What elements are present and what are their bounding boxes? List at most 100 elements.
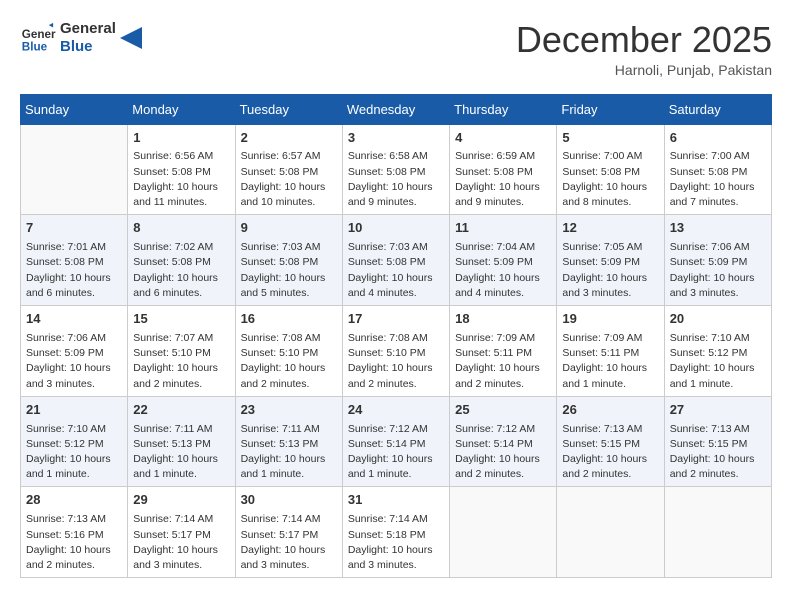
location: Harnoli, Punjab, Pakistan bbox=[516, 62, 772, 78]
day-number: 24 bbox=[348, 401, 444, 420]
cell-w3-d3: 17 Sunrise: 7:08 AMSunset: 5:10 PMDayligh… bbox=[342, 306, 449, 397]
day-number: 17 bbox=[348, 310, 444, 329]
day-number: 15 bbox=[133, 310, 229, 329]
cell-w4-d4: 25Sunrise: 7:12 AMSunset: 5:14 PMDayligh… bbox=[450, 396, 557, 487]
day-info: Sunrise: 6:57 AMSunset: 5:08 PMDaylight:… bbox=[241, 149, 337, 210]
week-row-1: 1Sunrise: 6:56 AMSunset: 5:08 PMDaylight… bbox=[21, 124, 772, 215]
day-number: 1 bbox=[133, 129, 229, 148]
col-tuesday: Tuesday bbox=[235, 94, 342, 124]
col-thursday: Thursday bbox=[450, 94, 557, 124]
day-number: 21 bbox=[26, 401, 122, 420]
day-number: 20 bbox=[670, 310, 766, 329]
day-info: Sunrise: 7:10 AMSunset: 5:12 PMDaylight:… bbox=[670, 331, 766, 392]
calendar-header-row: Sunday Monday Tuesday Wednesday Thursday… bbox=[21, 94, 772, 124]
cell-w2-d4: 11 Sunrise: 7:04 AMSunset: 5:09 PMDayligh… bbox=[450, 215, 557, 306]
day-number: 8 bbox=[133, 219, 229, 238]
day-number: 18 bbox=[455, 310, 551, 329]
day-info: Sunrise: 7:05 AMSunset: 5:09 PMDaylight:… bbox=[562, 240, 658, 301]
cell-w5-d4 bbox=[450, 487, 557, 578]
cell-w1-d1: 1Sunrise: 6:56 AMSunset: 5:08 PMDaylight… bbox=[128, 124, 235, 215]
cell-w1-d0 bbox=[21, 124, 128, 215]
cell-w4-d6: 27 Sunrise: 7:13 AMSunset: 5:15 PMDayligh… bbox=[664, 396, 771, 487]
day-info: Sunrise: 7:12 AMSunset: 5:14 PMDaylight:… bbox=[348, 422, 444, 483]
svg-text:General: General bbox=[22, 28, 56, 41]
week-row-4: 21Sunrise: 7:10 AMSunset: 5:12 PMDayligh… bbox=[21, 396, 772, 487]
day-info: Sunrise: 7:13 AMSunset: 5:15 PMDaylight:… bbox=[670, 422, 766, 483]
col-sunday: Sunday bbox=[21, 94, 128, 124]
cell-w3-d5: 19 Sunrise: 7:09 AMSunset: 5:11 PMDayligh… bbox=[557, 306, 664, 397]
day-info: Sunrise: 7:06 AMSunset: 5:09 PMDaylight:… bbox=[26, 331, 122, 392]
day-number: 2 bbox=[241, 129, 337, 148]
page-header: General Blue General Blue December 2025 … bbox=[20, 20, 772, 78]
cell-w1-d6: 6Sunrise: 7:00 AMSunset: 5:08 PMDaylight… bbox=[664, 124, 771, 215]
day-info: Sunrise: 7:00 AMSunset: 5:08 PMDaylight:… bbox=[562, 149, 658, 210]
week-row-5: 28Sunrise: 7:13 AMSunset: 5:16 PMDayligh… bbox=[21, 487, 772, 578]
cell-w2-d5: 12 Sunrise: 7:05 AMSunset: 5:09 PMDayligh… bbox=[557, 215, 664, 306]
calendar-table: Sunday Monday Tuesday Wednesday Thursday… bbox=[20, 94, 772, 579]
day-info: Sunrise: 7:09 AMSunset: 5:11 PMDaylight:… bbox=[455, 331, 551, 392]
day-info: Sunrise: 7:14 AMSunset: 5:18 PMDaylight:… bbox=[348, 512, 444, 573]
logo: General Blue General Blue bbox=[20, 20, 142, 56]
week-row-3: 14 Sunrise: 7:06 AMSunset: 5:09 PMDayligh… bbox=[21, 306, 772, 397]
cell-w3-d0: 14 Sunrise: 7:06 AMSunset: 5:09 PMDayligh… bbox=[21, 306, 128, 397]
cell-w3-d2: 16 Sunrise: 7:08 AMSunset: 5:10 PMDayligh… bbox=[235, 306, 342, 397]
day-number: 29 bbox=[133, 491, 229, 510]
cell-w5-d3: 31 Sunrise: 7:14 AMSunset: 5:18 PMDayligh… bbox=[342, 487, 449, 578]
cell-w1-d5: 5Sunrise: 7:00 AMSunset: 5:08 PMDaylight… bbox=[557, 124, 664, 215]
day-number: 3 bbox=[348, 129, 444, 148]
cell-w2-d1: 8Sunrise: 7:02 AMSunset: 5:08 PMDaylight… bbox=[128, 215, 235, 306]
day-info: Sunrise: 7:13 AMSunset: 5:15 PMDaylight:… bbox=[562, 422, 658, 483]
cell-w5-d2: 30 Sunrise: 7:14 AMSunset: 5:17 PMDayligh… bbox=[235, 487, 342, 578]
svg-text:Blue: Blue bbox=[22, 41, 48, 54]
day-number: 27 bbox=[670, 401, 766, 420]
day-info: Sunrise: 7:14 AMSunset: 5:17 PMDaylight:… bbox=[133, 512, 229, 573]
day-info: Sunrise: 7:06 AMSunset: 5:09 PMDaylight:… bbox=[670, 240, 766, 301]
day-number: 14 bbox=[26, 310, 122, 329]
cell-w5-d1: 29 Sunrise: 7:14 AMSunset: 5:17 PMDayligh… bbox=[128, 487, 235, 578]
day-number: 28 bbox=[26, 491, 122, 510]
cell-w2-d3: 10Sunrise: 7:03 AMSunset: 5:08 PMDayligh… bbox=[342, 215, 449, 306]
day-info: Sunrise: 7:11 AMSunset: 5:13 PMDaylight:… bbox=[133, 422, 229, 483]
cell-w4-d2: 23 Sunrise: 7:11 AMSunset: 5:13 PMDayligh… bbox=[235, 396, 342, 487]
day-number: 16 bbox=[241, 310, 337, 329]
logo-line2: Blue bbox=[60, 38, 116, 56]
day-info: Sunrise: 7:03 AMSunset: 5:08 PMDaylight:… bbox=[241, 240, 337, 301]
cell-w3-d4: 18 Sunrise: 7:09 AMSunset: 5:11 PMDayligh… bbox=[450, 306, 557, 397]
day-number: 11 bbox=[455, 219, 551, 238]
cell-w3-d6: 20 Sunrise: 7:10 AMSunset: 5:12 PMDayligh… bbox=[664, 306, 771, 397]
day-info: Sunrise: 7:14 AMSunset: 5:17 PMDaylight:… bbox=[241, 512, 337, 573]
month-title: December 2025 bbox=[516, 20, 772, 60]
title-block: December 2025 Harnoli, Punjab, Pakistan bbox=[516, 20, 772, 78]
cell-w3-d1: 15 Sunrise: 7:07 AMSunset: 5:10 PMDayligh… bbox=[128, 306, 235, 397]
day-info: Sunrise: 6:58 AMSunset: 5:08 PMDaylight:… bbox=[348, 149, 444, 210]
day-info: Sunrise: 7:08 AMSunset: 5:10 PMDaylight:… bbox=[348, 331, 444, 392]
day-info: Sunrise: 7:01 AMSunset: 5:08 PMDaylight:… bbox=[26, 240, 122, 301]
day-number: 26 bbox=[562, 401, 658, 420]
cell-w5-d6 bbox=[664, 487, 771, 578]
day-number: 31 bbox=[348, 491, 444, 510]
col-wednesday: Wednesday bbox=[342, 94, 449, 124]
cell-w2-d2: 9Sunrise: 7:03 AMSunset: 5:08 PMDaylight… bbox=[235, 215, 342, 306]
cell-w4-d5: 26 Sunrise: 7:13 AMSunset: 5:15 PMDayligh… bbox=[557, 396, 664, 487]
day-info: Sunrise: 7:07 AMSunset: 5:10 PMDaylight:… bbox=[133, 331, 229, 392]
logo-line1: General bbox=[60, 20, 116, 38]
day-info: Sunrise: 7:12 AMSunset: 5:14 PMDaylight:… bbox=[455, 422, 551, 483]
day-info: Sunrise: 7:08 AMSunset: 5:10 PMDaylight:… bbox=[241, 331, 337, 392]
day-info: Sunrise: 7:04 AMSunset: 5:09 PMDaylight:… bbox=[455, 240, 551, 301]
day-info: Sunrise: 7:11 AMSunset: 5:13 PMDaylight:… bbox=[241, 422, 337, 483]
day-number: 19 bbox=[562, 310, 658, 329]
week-row-2: 7Sunrise: 7:01 AMSunset: 5:08 PMDaylight… bbox=[21, 215, 772, 306]
cell-w2-d0: 7Sunrise: 7:01 AMSunset: 5:08 PMDaylight… bbox=[21, 215, 128, 306]
day-info: Sunrise: 7:09 AMSunset: 5:11 PMDaylight:… bbox=[562, 331, 658, 392]
day-number: 30 bbox=[241, 491, 337, 510]
day-number: 12 bbox=[562, 219, 658, 238]
day-number: 23 bbox=[241, 401, 337, 420]
col-saturday: Saturday bbox=[664, 94, 771, 124]
cell-w1-d3: 3Sunrise: 6:58 AMSunset: 5:08 PMDaylight… bbox=[342, 124, 449, 215]
day-number: 5 bbox=[562, 129, 658, 148]
day-info: Sunrise: 7:00 AMSunset: 5:08 PMDaylight:… bbox=[670, 149, 766, 210]
cell-w1-d2: 2Sunrise: 6:57 AMSunset: 5:08 PMDaylight… bbox=[235, 124, 342, 215]
cell-w1-d4: 4Sunrise: 6:59 AMSunset: 5:08 PMDaylight… bbox=[450, 124, 557, 215]
cell-w5-d0: 28Sunrise: 7:13 AMSunset: 5:16 PMDayligh… bbox=[21, 487, 128, 578]
cell-w5-d5 bbox=[557, 487, 664, 578]
